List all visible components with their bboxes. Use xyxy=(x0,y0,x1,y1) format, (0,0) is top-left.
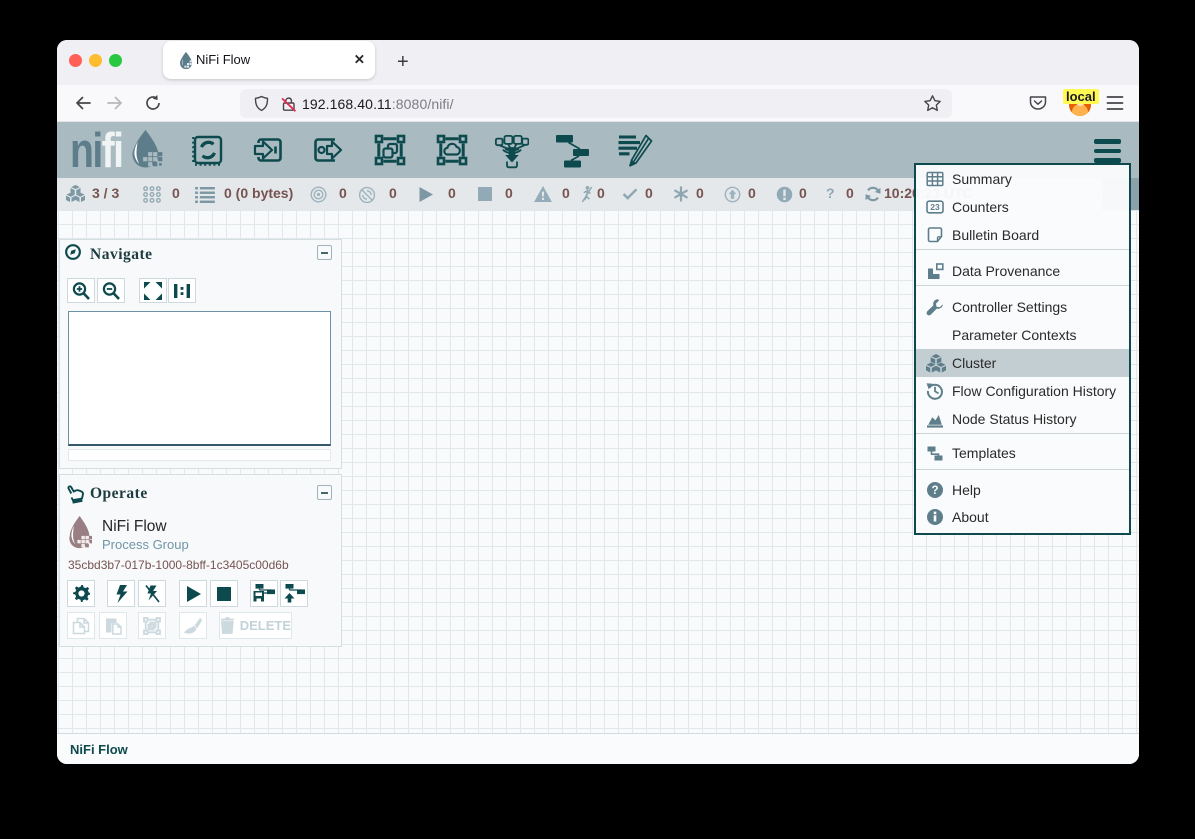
svg-text:23: 23 xyxy=(930,202,940,212)
svg-text:?: ? xyxy=(931,485,938,497)
